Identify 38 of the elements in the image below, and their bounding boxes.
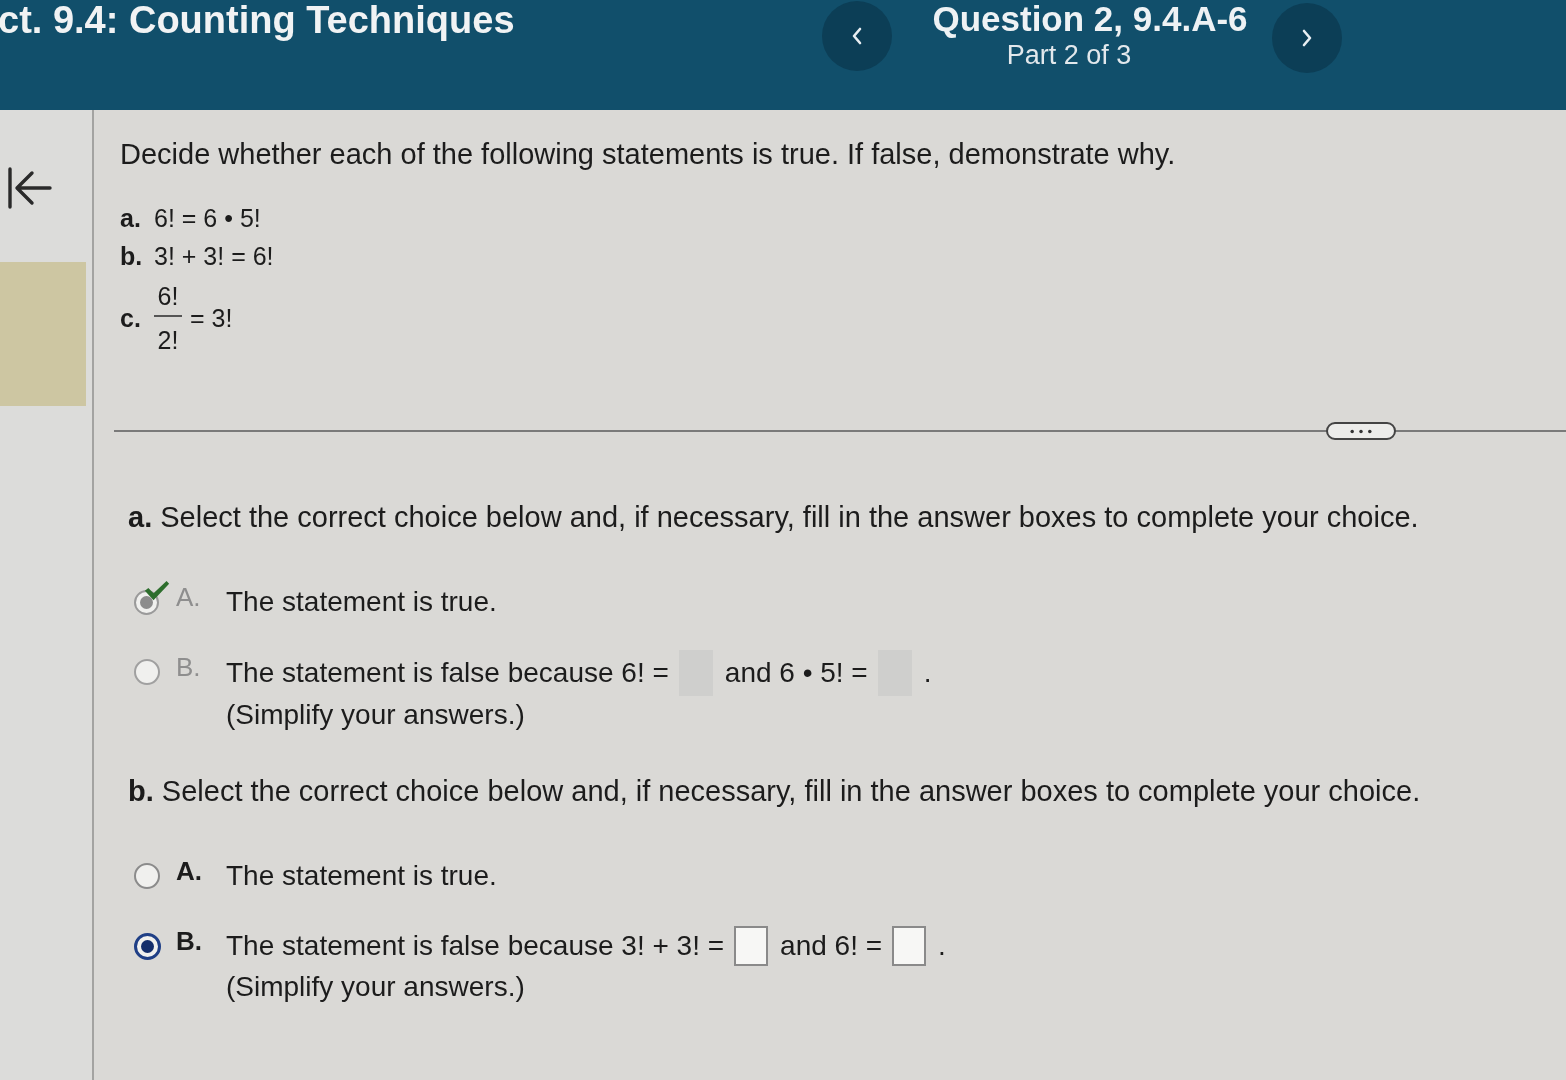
hint-text: (Simplify your answers.) (226, 698, 526, 732)
choice-text: The statement is true. (226, 585, 497, 619)
radio-button[interactable] (134, 932, 161, 960)
choice-text: and 6! = (780, 929, 883, 963)
hint-text: (Simplify your answers.) (226, 970, 526, 1004)
question-prompt: a. Select the correct choice below and, if necessary, fill in the answer boxes to complete your choice. (128, 500, 1420, 534)
choice-text: and 6 • 5! = (724, 656, 868, 690)
instruction-text: Decide whether each of the following statements is true. If false, demonstrate why. (120, 137, 1177, 171)
more-icon (1349, 428, 1373, 434)
collapse-button[interactable] (6, 166, 54, 210)
question-prompt: b. Select the correct choice below and, if necessary, fill in the answer boxes to complete your choice. (128, 774, 1422, 808)
statement-label: a. (120, 203, 142, 234)
choice-text: The statement is false because 6! = (226, 656, 669, 690)
fraction-denominator: 2! (157, 325, 179, 355)
chevron-right-icon (1301, 28, 1313, 48)
choice-text: The statement is false because 3! + 3! = (226, 929, 725, 963)
collapse-left-icon (6, 166, 54, 210)
radio-button[interactable] (134, 863, 160, 889)
choice-letter: A. (176, 855, 203, 888)
section-title: ct. 9.4: Counting Techniques (0, 0, 516, 40)
statement-math: 3! + 3! = 6! (154, 241, 274, 272)
statement-label: c. (120, 303, 142, 334)
choice-text: The statement is true. (226, 859, 497, 893)
choice-letter: B. (176, 651, 202, 684)
statement-math: 6! = 6 • 5! (154, 203, 261, 234)
statement-label: b. (120, 241, 144, 272)
choice-letter: B. (176, 925, 203, 958)
choice-text: . (923, 656, 932, 690)
fraction-numerator: 6! (157, 281, 179, 311)
choice-text: . (938, 929, 946, 963)
chevron-left-icon (851, 26, 863, 46)
part-indicator: Part 2 of 3 (1006, 40, 1132, 70)
expand-button[interactable] (1326, 422, 1396, 440)
statement-math: = 3! (190, 303, 233, 334)
answer-box[interactable] (734, 926, 769, 966)
question-title: Question 2, 9.4.A-6 (932, 0, 1248, 38)
answer-box[interactable] (892, 926, 927, 966)
choice-letter: A. (176, 581, 202, 614)
